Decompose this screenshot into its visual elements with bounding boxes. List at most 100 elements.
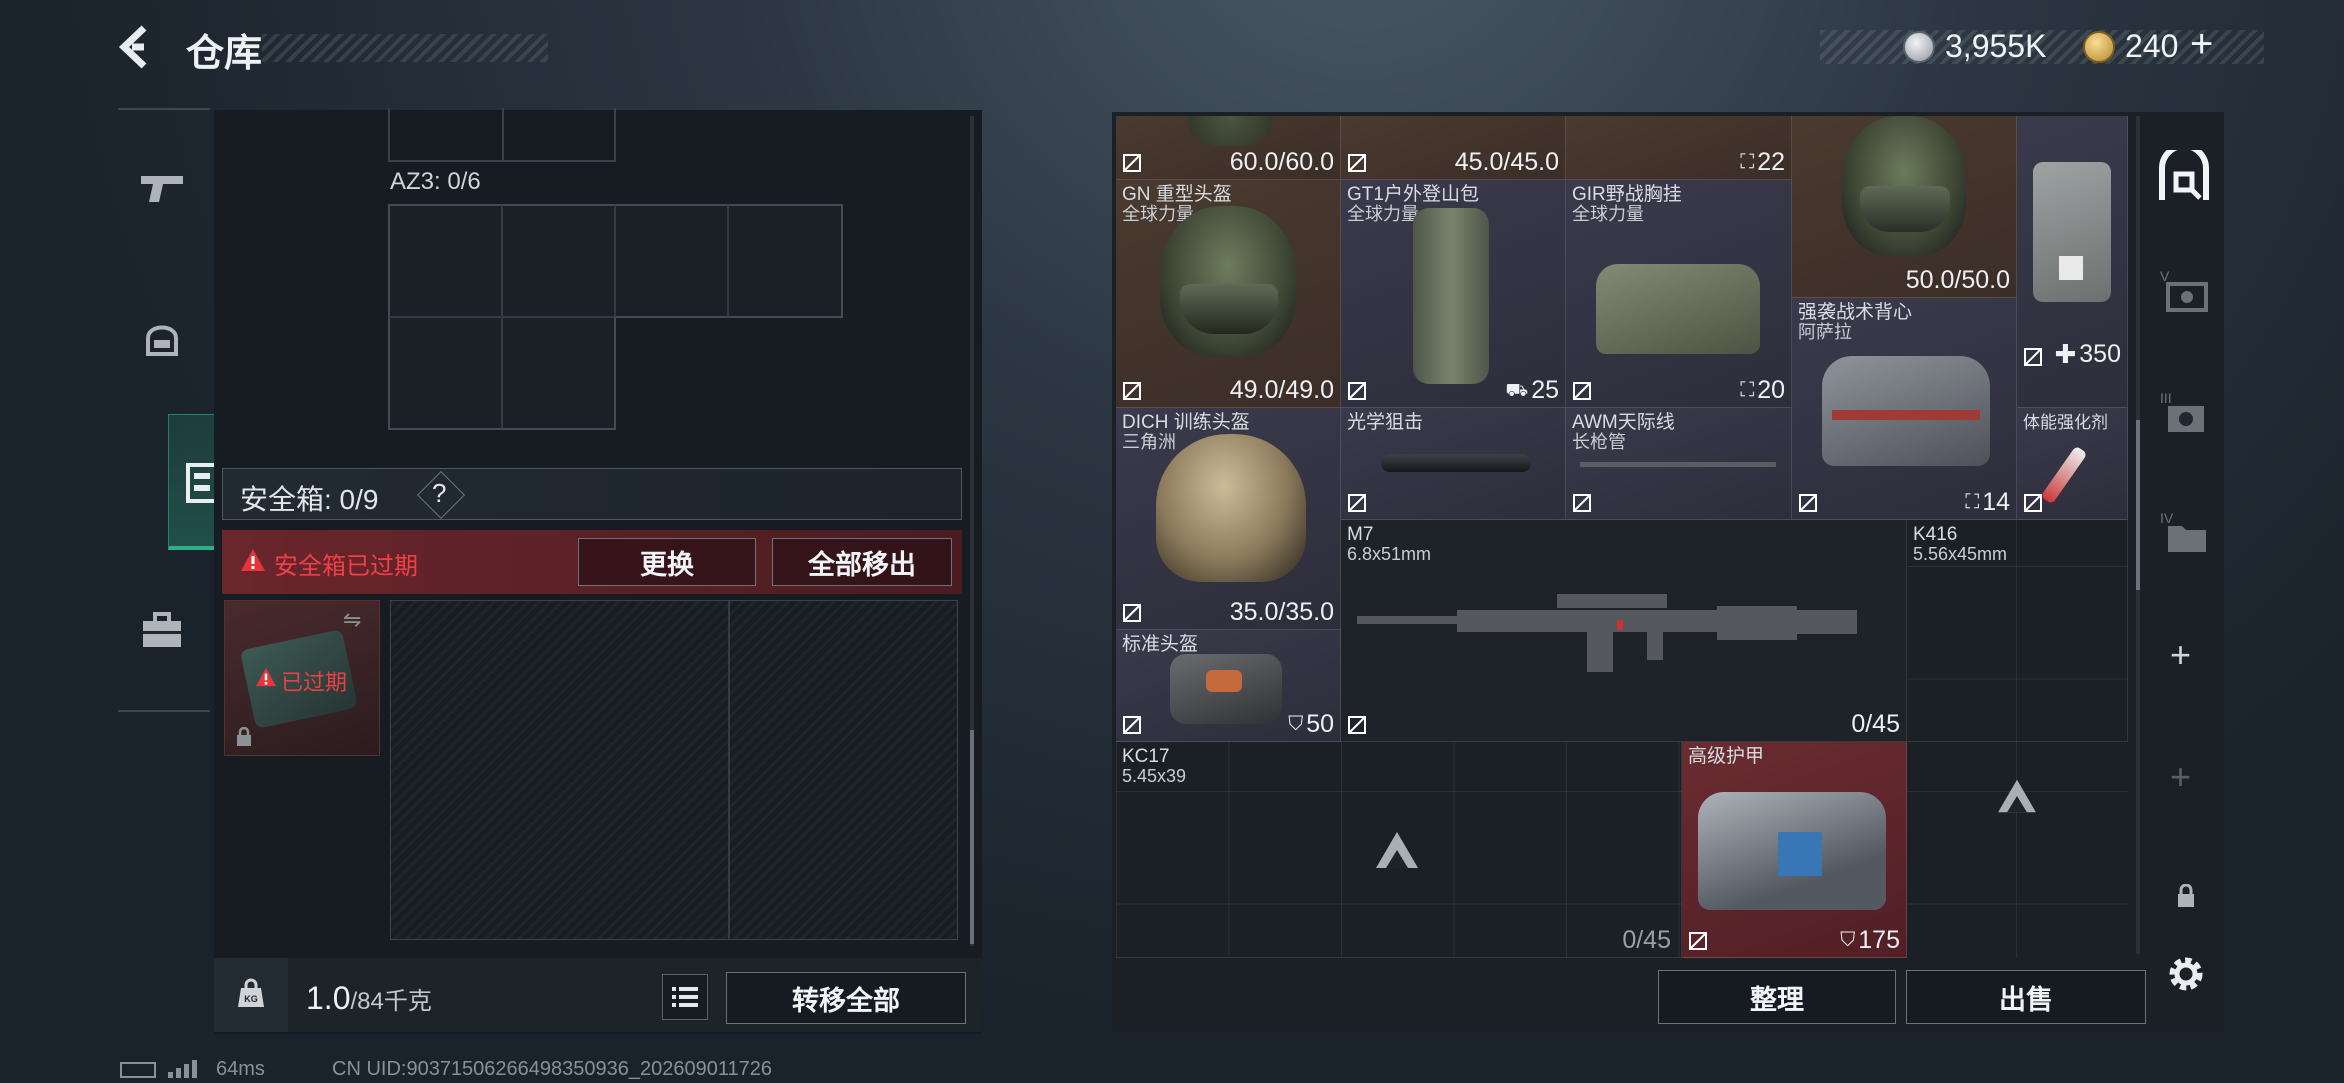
transfer-icon: ⇋ [343,607,362,632]
sell-button[interactable]: 出售 [1906,970,2146,1024]
back-button[interactable] [114,22,158,72]
warning-icon [255,667,277,687]
item-ammo: 0/45 [1622,926,1671,954]
slot-expired-text: 已过期 [281,670,348,695]
item-slots: ⛶ 22 [1740,148,1785,176]
helmet-art [1156,434,1306,582]
item-durability: 60.0/60.0 [1229,148,1334,176]
help-icon: ? [432,478,447,508]
medkit-art [2033,162,2111,302]
scope-art [1381,454,1531,472]
helmet-icon [146,325,178,356]
item-subtype: 长枪管 [1572,432,1626,452]
backpack-icon: ⛶ [1740,151,1755,173]
item-name: 高级护甲 [1688,746,1765,767]
briefcase-icon [143,612,181,647]
item-helmet-top-1[interactable]: 60.0/60.0 [1116,116,1341,180]
right-scroll-thumb[interactable] [2136,420,2140,590]
item-rig-top[interactable]: ⛶ 22 [1566,116,1792,180]
item-gn-heavy-helmet[interactable]: GN 重型头盔 全球力量 49.0/49.0 [1116,180,1341,408]
rail-tab-gear[interactable] [130,306,194,370]
no-sell-icon [1688,931,1708,951]
item-medkit[interactable]: ✚ 350 [2017,116,2128,408]
item-gir-chest-rig[interactable]: GIR野战胸挂 全球力量 ⛶ 20 [1566,180,1792,408]
rail-tab-case[interactable] [130,598,194,662]
no-sell-icon [1572,493,1592,513]
item-durability: 49.0/49.0 [1229,376,1334,404]
az3-label: AZ3: 0/6 [390,168,481,195]
item-faction: 全球力量 [1347,204,1419,224]
item-k416[interactable]: K416 5.56x45mm [1907,520,2128,742]
item-durability: 45.0/45.0 [1454,148,1559,176]
gold-coin-icon [2083,31,2115,63]
no-sell-icon [1347,153,1367,173]
item-helmet-large[interactable]: 50.0/50.0 [1792,116,2017,298]
rail-tab-3[interactable]: III [2160,390,2212,442]
no-sell-icon [1122,153,1142,173]
no-sell-icon [2023,493,2043,513]
page-title: 仓库 [186,33,263,75]
replace-button[interactable]: 更换 [578,538,756,586]
item-gt1-backpack[interactable]: GT1户外登山包 全球力量 ⛟ 25 [1341,180,1566,408]
rail-tab-4[interactable]: IV [2160,510,2212,562]
rail-add-button-1[interactable]: + [2170,634,2191,676]
safebox-grid[interactable] [390,600,958,940]
add-currency-button[interactable]: + [2190,22,2213,67]
no-sell-icon [1347,493,1367,513]
item-name: 体能强化剂 [2023,413,2108,432]
safebox-slot[interactable]: ⇋ 已过期 [224,600,380,756]
helmet-stripe [1206,670,1242,692]
back-arrow-icon [118,25,147,69]
shield-icon: ⛉ [1840,929,1856,951]
item-optical-scope[interactable]: 光学狙击 [1341,408,1566,520]
list-view-button[interactable] [662,974,708,1020]
item-name: KC17 [1122,746,1170,767]
rail-tab-weapons[interactable] [130,158,194,222]
no-sell-icon [2023,347,2043,367]
item-name: DICH 训练头盔 [1122,412,1250,433]
item-name: 强袭战术背心 [1798,302,1913,323]
backpack-art [1413,208,1489,384]
safebox-label: 安全箱: 0/9 [240,484,379,515]
backpack-icon: ⛟ [1505,380,1529,400]
rifle-art [1357,580,1887,680]
no-sell-icon [1122,603,1142,623]
item-standard-helmet[interactable]: 标准头盔 ⛉ 50 [1116,630,1341,742]
item-awm-barrel[interactable]: AWM天际线 长枪管 [1566,408,1792,520]
az3-grid[interactable] [388,204,844,430]
currency-gold: 240 [2125,28,2179,64]
signal-icon [168,1058,198,1078]
sort-button[interactable]: 整理 [1658,970,1896,1024]
item-faction: 阿萨拉 [1798,322,1852,342]
item-stamina-injector[interactable]: 体能强化剂 [2017,408,2128,520]
settings-button[interactable] [2164,952,2208,996]
rail-add-button-2[interactable]: + [2170,756,2191,798]
item-caliber: 5.45x39 [1122,766,1187,786]
no-sell-icon [1347,715,1367,735]
rail-lock-icon [2176,883,2196,908]
transfer-all-button[interactable]: 转移全部 [726,972,966,1024]
backpack-icon: ⛶ [1740,379,1755,401]
brand-triangle-icon [1374,830,1420,870]
no-sell-icon [1347,381,1367,401]
item-name: GN 重型头盔 [1122,184,1232,205]
injector-art [2040,445,2088,505]
item-name: M7 [1347,524,1374,545]
item-helmet-top-2[interactable]: 45.0/45.0 [1341,116,1566,180]
item-dich-helmet[interactable]: DICH 训练头盔 三角洲 35.0/35.0 [1116,408,1341,630]
item-faction: 全球力量 [1572,204,1644,224]
left-scroll-thumb[interactable] [970,730,974,944]
weight-current: 1.0 [306,980,351,1016]
currency-silver: 3,955K [1945,28,2047,64]
item-assault-vest[interactable]: 强袭战术背心 阿萨拉 ⛶ 14 [1792,298,2017,520]
brand-triangle-icon [1996,778,2038,814]
lock-icon [235,726,253,747]
svg-text:KG: KG [244,994,258,1004]
rail-tab-5[interactable]: V [2160,268,2212,320]
item-advanced-armor[interactable]: 高级护甲 ⛉ 175 [1682,742,1907,958]
move-all-out-button[interactable]: 全部移出 [772,538,952,586]
item-m7-rifle[interactable]: M7 6.8x51mm 0/45 [1341,520,1907,742]
rail-tab-1[interactable] [2156,143,2212,206]
battery-icon [120,1062,156,1078]
item-kc17[interactable]: KC17 5.45x39 0/45 [1116,742,1682,958]
